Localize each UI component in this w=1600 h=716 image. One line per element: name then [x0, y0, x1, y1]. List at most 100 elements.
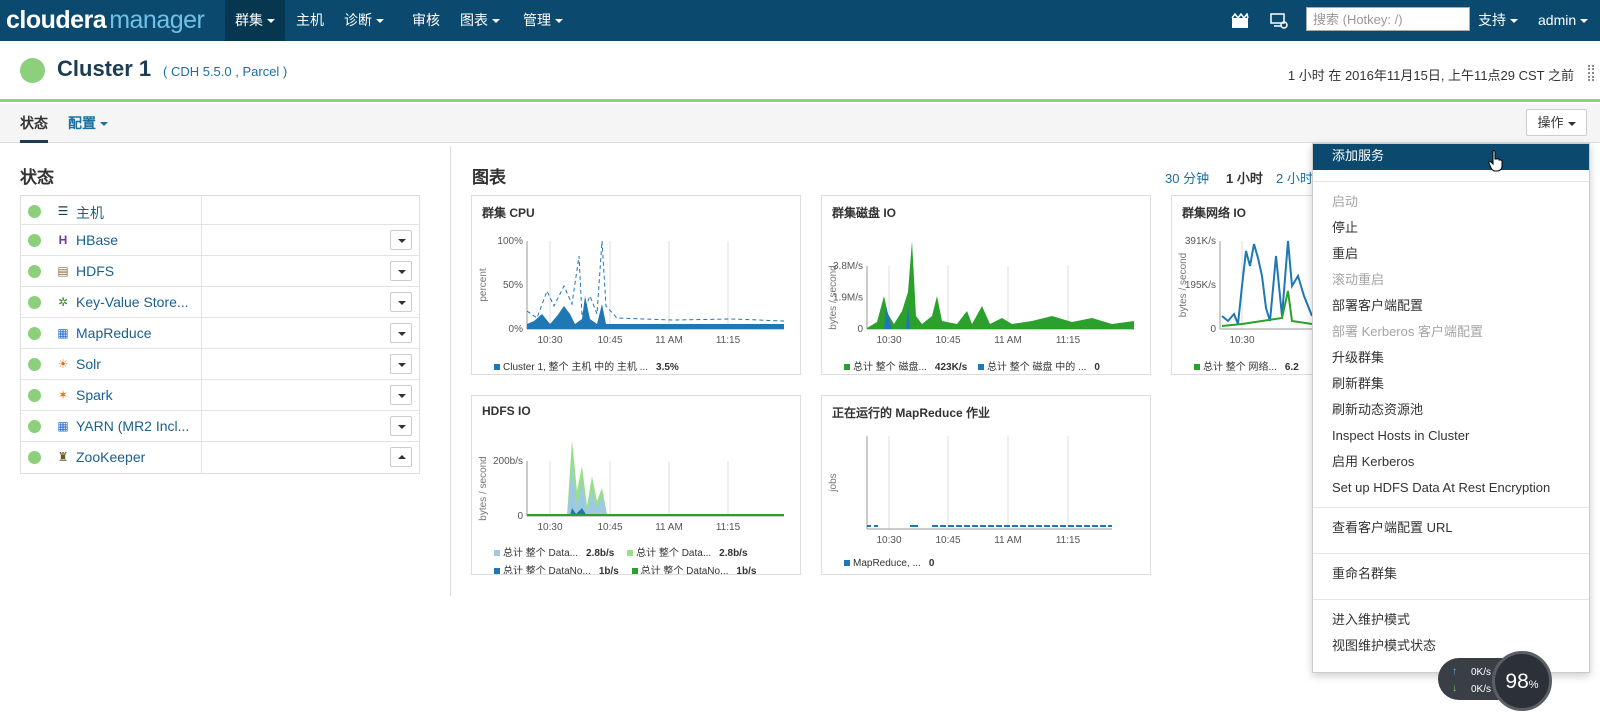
- menu-item[interactable]: 进入维护模式: [1313, 608, 1589, 632]
- legend-value: 423K/s: [934, 362, 968, 373]
- menu-item[interactable]: 启用 Kerberos: [1313, 450, 1589, 474]
- nav-admin[interactable]: 管理: [513, 0, 573, 41]
- y-axis-label: bytes / second: [478, 456, 489, 520]
- service-actions-dropdown[interactable]: [390, 230, 412, 250]
- parcel-icon[interactable]: [1269, 12, 1289, 30]
- actions-button[interactable]: 操作: [1526, 109, 1587, 136]
- health-good-icon: [28, 296, 41, 309]
- nav-clusters-label: 群集: [235, 12, 263, 28]
- nav-diagnostics[interactable]: 诊断: [334, 0, 394, 41]
- service-link[interactable]: YARN (MR2 Incl...: [76, 418, 189, 434]
- service-link[interactable]: HDFS: [76, 263, 114, 279]
- menu-item[interactable]: 视图维护模式状态: [1313, 634, 1589, 658]
- network-chart-plot: 391K/s 195K/s 0 10:30 bytes / second: [1178, 236, 1330, 346]
- x-tick-label: 11:15: [1056, 535, 1081, 546]
- menu-item[interactable]: 停止: [1313, 216, 1589, 240]
- chart-legend: 总计 整个 网络... 6.2: [1194, 358, 1299, 373]
- y-tick-label: 0%: [509, 324, 524, 335]
- y-tick-label: 195K/s: [1185, 280, 1216, 291]
- tab-configuration[interactable]: 配置: [68, 104, 108, 143]
- service-actions-dropdown[interactable]: [390, 385, 412, 405]
- chevron-down-icon: [1580, 19, 1589, 24]
- search-input[interactable]: [1306, 7, 1470, 31]
- service-actions-dropdown[interactable]: [390, 261, 412, 281]
- hand-cursor-icon: [1488, 150, 1504, 172]
- service-link[interactable]: MapReduce: [76, 325, 152, 341]
- menu-item[interactable]: Set up HDFS Data At Rest Encryption: [1313, 476, 1589, 500]
- range-2-hours[interactable]: 2 小时: [1276, 168, 1313, 187]
- chart-hdfs-io[interactable]: HDFS IO 200b/s 0 10:30 10:45 11 AM 11:15 bytes…: [471, 395, 801, 575]
- menu-item[interactable]: Inspect Hosts in Cluster: [1313, 424, 1589, 448]
- menu-item[interactable]: 刷新群集: [1313, 372, 1589, 396]
- service-link[interactable]: Solr: [76, 356, 101, 372]
- hbase-icon: H: [58, 233, 68, 247]
- cluster-version[interactable]: ( CDH 5.5.0 , Parcel ): [163, 64, 287, 79]
- menu-item[interactable]: 重启: [1313, 242, 1589, 266]
- range-30-min[interactable]: 30 分钟: [1165, 168, 1209, 187]
- menu-item[interactable]: 部署客户端配置: [1313, 294, 1589, 318]
- menu-item[interactable]: 升级群集: [1313, 346, 1589, 370]
- service-link[interactable]: Spark: [76, 387, 113, 403]
- service-row: ☰ 主机: [21, 196, 419, 225]
- nav-clusters[interactable]: 群集: [225, 0, 285, 41]
- menu-item[interactable]: 刷新动态资源池: [1313, 398, 1589, 422]
- x-tick-label: 10:30: [537, 522, 562, 533]
- chart-legend: 总计 整个 磁盘... 423K/s 总计 整个 磁盘 中的 ... 0: [844, 358, 1100, 373]
- nav-charts[interactable]: 图表: [450, 0, 510, 41]
- mapreduce-icon: ▦: [57, 326, 69, 340]
- nav-user-label: admin: [1538, 12, 1577, 28]
- legend-swatch: [1194, 364, 1200, 371]
- service-actions-dropdown[interactable]: [390, 416, 412, 436]
- cpu-area-series: [527, 296, 784, 329]
- health-good-icon: [28, 420, 41, 433]
- column-divider: [201, 318, 202, 348]
- legend-value: 0: [928, 558, 935, 569]
- cloudera-manager-logo[interactable]: cloudera manager: [6, 4, 205, 36]
- service-link[interactable]: 主机: [76, 203, 104, 223]
- menu-item[interactable]: 查看客户端配置 URL: [1313, 516, 1589, 540]
- cpu-chart-plot: 100% 50% 0% 10:30 10:45 11 AM 11:15 percent: [478, 236, 785, 346]
- y-tick-label: 0: [1210, 324, 1216, 335]
- tab-status[interactable]: 状态: [20, 104, 48, 143]
- menu-item[interactable]: 重命名群集: [1313, 562, 1589, 586]
- service-link[interactable]: Key-Value Store...: [76, 294, 189, 310]
- health-good-icon: [28, 205, 41, 218]
- nav-hosts[interactable]: 主机: [286, 0, 334, 41]
- range-1-hour[interactable]: 1 小时: [1226, 168, 1263, 187]
- health-good-icon: [28, 451, 41, 464]
- key-value-store-icon: ✲: [57, 295, 69, 309]
- running-commands-icon[interactable]: [1231, 12, 1249, 29]
- chart-cluster-network-io[interactable]: 群集网络 IO 391K/s 195K/s 0 10:30 bytes / second…: [1171, 195, 1331, 375]
- x-tick-label: 10:45: [935, 535, 960, 546]
- service-actions-dropdown[interactable]: [390, 354, 412, 374]
- service-actions-dropdown[interactable]: [390, 323, 412, 343]
- nav-hosts-label: 主机: [296, 12, 324, 28]
- legend-swatch: [631, 568, 638, 574]
- chart-cluster-disk-io[interactable]: 群集磁盘 IO 3.8M/s 1.9M/s 0 10:30 10:45 11 AM 11:1…: [821, 195, 1151, 375]
- legend-swatch: [844, 560, 850, 567]
- menu-item[interactable]: 添加服务: [1313, 144, 1589, 170]
- time-selector[interactable]: 1 小时 在 2016年11月15日, 上午11点29 CST 之前: [1288, 65, 1574, 84]
- nav-user-menu[interactable]: admin: [1528, 0, 1598, 41]
- time-control-handle-icon[interactable]: [1588, 65, 1594, 81]
- service-actions-dropdown[interactable]: [390, 292, 412, 312]
- chart-running-mapreduce-jobs[interactable]: 正在运行的 MapReduce 作业 10:30 10:45 11 AM 11:15 j…: [821, 395, 1151, 575]
- top-navbar: cloudera manager 群集 主机 诊断 审核 图表 管理 支持 ad…: [0, 0, 1600, 41]
- nav-charts-label: 图表: [460, 12, 488, 28]
- nav-support[interactable]: 支持: [1468, 0, 1528, 41]
- service-link[interactable]: ZooKeeper: [76, 449, 145, 465]
- health-good-icon: [28, 327, 41, 340]
- nav-audits[interactable]: 审核: [402, 0, 450, 41]
- system-gauge[interactable]: 98%: [1492, 651, 1552, 711]
- nav-support-label: 支持: [1478, 12, 1506, 28]
- service-actions-toggle-up[interactable]: [390, 447, 412, 467]
- legend-swatch: [977, 364, 984, 371]
- y-axis-label: bytes / second: [1178, 253, 1189, 317]
- hdfs-series-light-green: [527, 440, 784, 516]
- y-tick-label: 100%: [497, 236, 523, 247]
- service-link[interactable]: HBase: [76, 232, 118, 248]
- nav-admin-label: 管理: [523, 12, 551, 28]
- charts-title: 图表: [472, 168, 506, 187]
- chart-cluster-cpu[interactable]: 群集 CPU 100% 50% 0% 10:30 10:45 11 AM 11:15 perc…: [471, 195, 801, 375]
- y-tick-label: 50%: [503, 280, 523, 291]
